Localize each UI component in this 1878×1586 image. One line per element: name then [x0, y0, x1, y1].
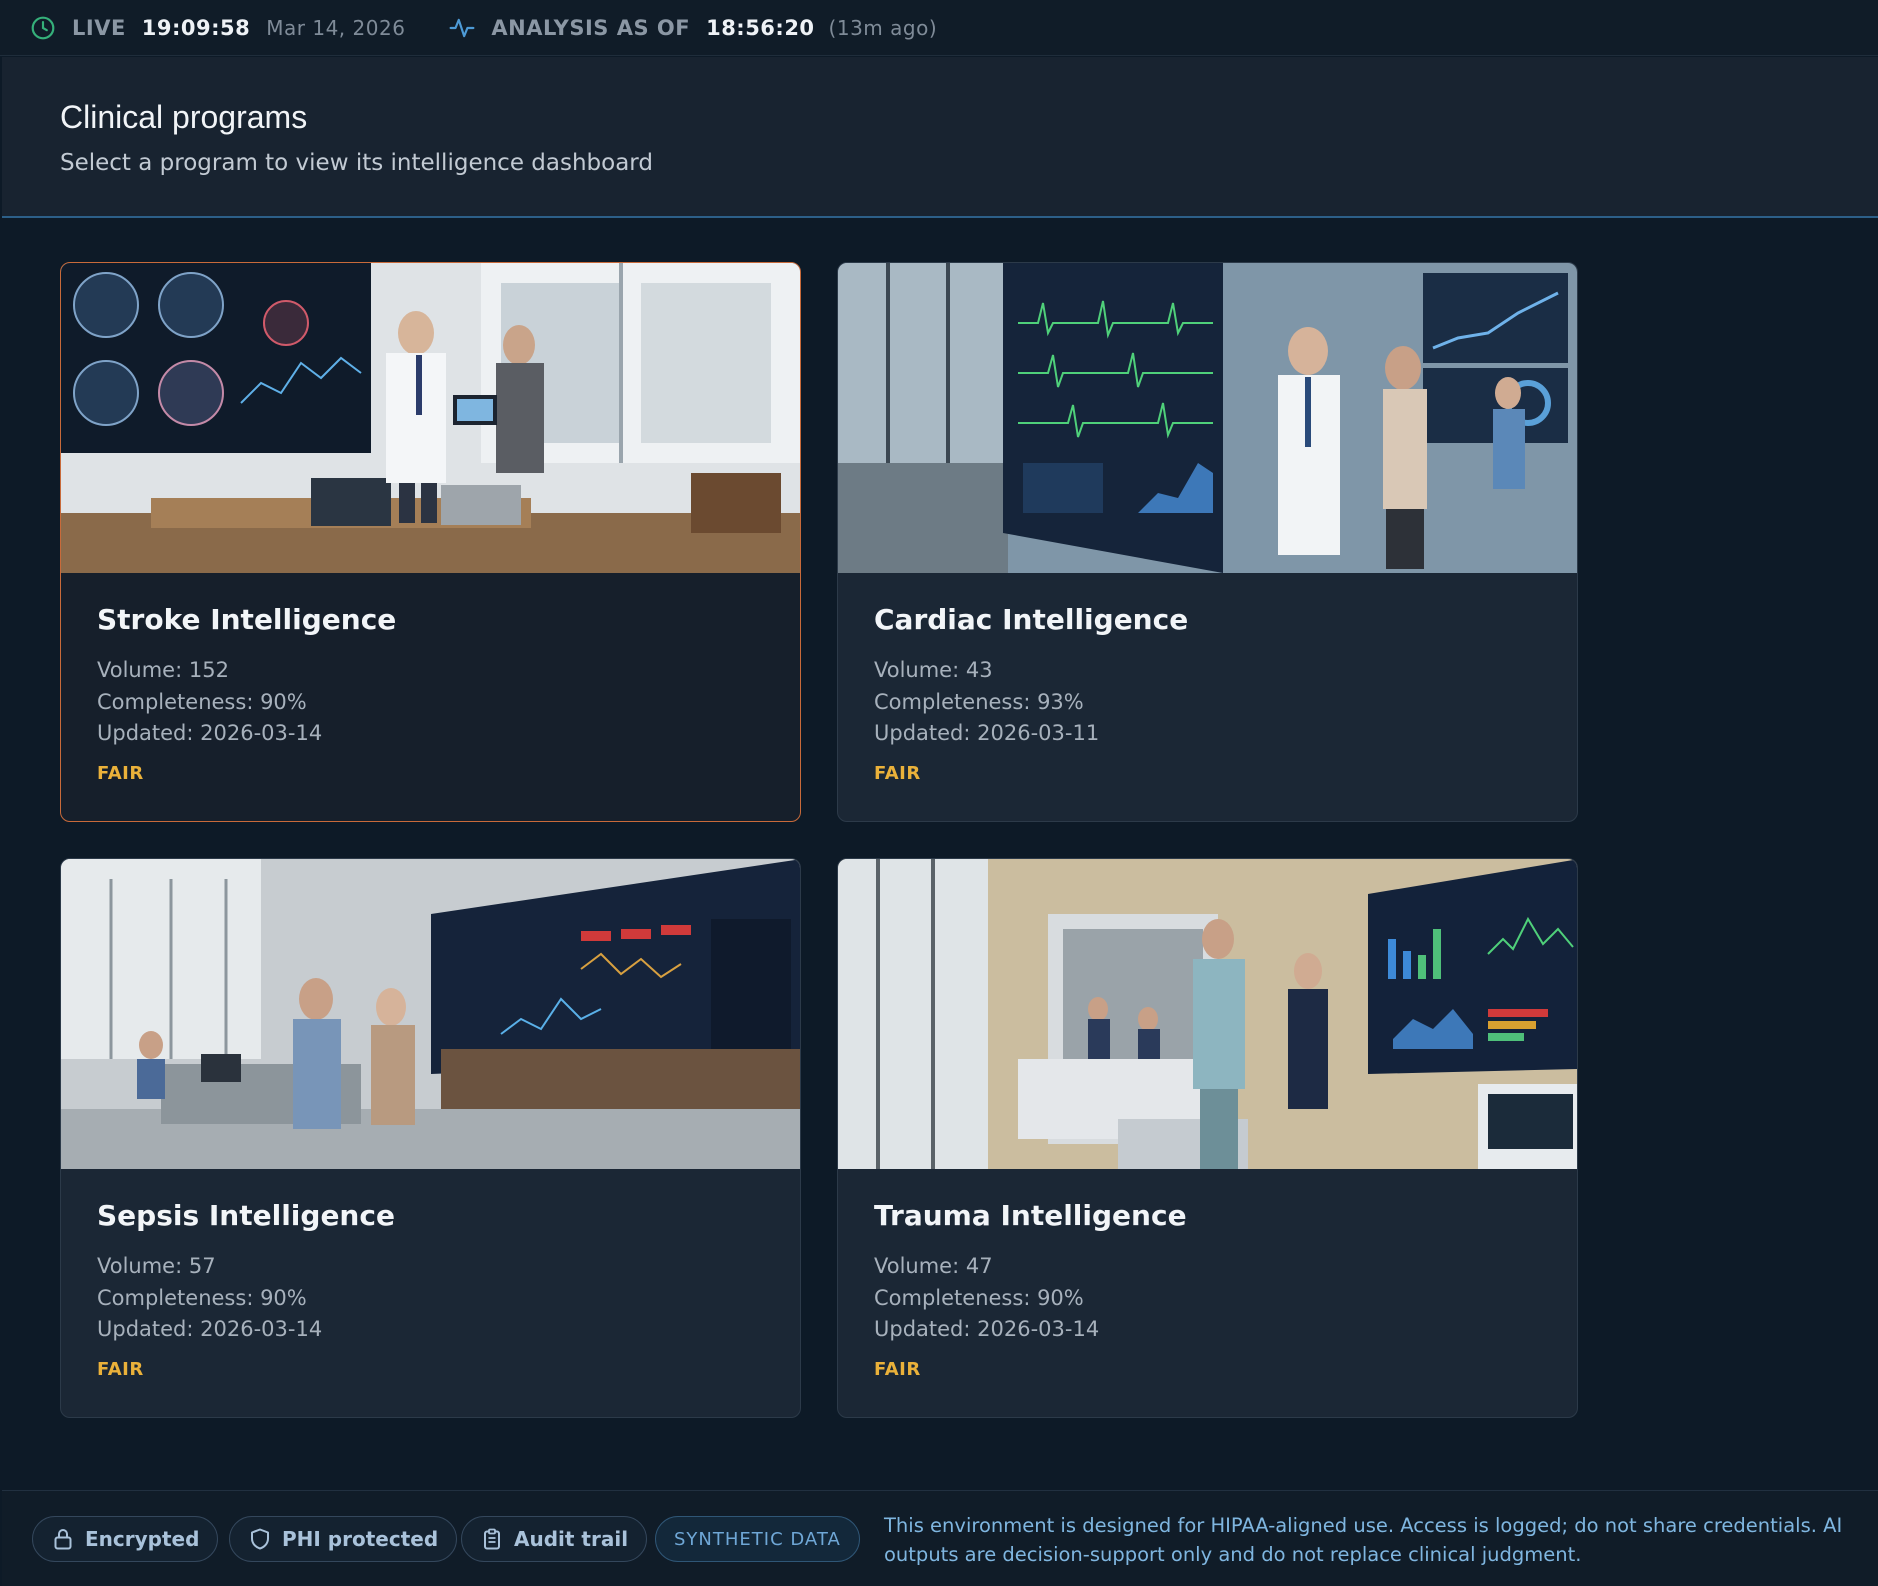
program-title: Trauma Intelligence — [874, 1199, 1187, 1232]
program-completeness: Completeness: 93% — [874, 690, 1084, 714]
program-title: Stroke Intelligence — [97, 603, 397, 636]
phi-protected-label: PHI protected — [282, 1527, 439, 1551]
status-bar: LIVE 19:09:58 Mar 14, 2026 ANALYSIS AS O… — [0, 0, 1878, 56]
live-date: Mar 14, 2026 — [266, 15, 406, 40]
shield-icon — [251, 1528, 269, 1550]
program-updated: Updated: 2026-03-14 — [97, 721, 323, 745]
activity-pulse-icon — [449, 18, 475, 37]
program-title: Cardiac Intelligence — [874, 603, 1189, 636]
analysis-age: (13m ago) — [828, 15, 938, 40]
lock-icon — [54, 1529, 72, 1550]
synthetic-data-badge: SYNTHETIC DATA — [655, 1516, 860, 1562]
program-volume: Volume: 152 — [97, 658, 229, 682]
phi-protected-badge[interactable]: PHI protected — [229, 1516, 458, 1562]
encrypted-badge[interactable]: Encrypted — [32, 1516, 219, 1562]
quality-rating-badge: FAIR — [874, 763, 921, 784]
program-title: Sepsis Intelligence — [97, 1199, 395, 1232]
clipboard-icon — [484, 1528, 500, 1550]
program-selector-page: LIVE 19:09:58 Mar 14, 2026 ANALYSIS AS O… — [0, 0, 1878, 1586]
live-label: LIVE — [72, 15, 126, 40]
live-time: 19:09:58 — [141, 15, 251, 40]
program-volume: Volume: 43 — [874, 658, 993, 682]
compliance-footer: Encrypted PHI protected Audit trail SYNT… — [2, 1490, 1878, 1586]
synthetic-data-label: SYNTHETIC DATA — [674, 1528, 841, 1550]
cardiac-team-photo — [838, 263, 1577, 573]
program-completeness: Completeness: 90% — [97, 690, 307, 714]
clock-icon — [31, 16, 55, 39]
program-card-cardiac[interactable]: Cardiac Intelligence Volume: 43 Complete… — [837, 262, 1578, 822]
page-header: Clinical programs Select a program to vi… — [2, 57, 1878, 218]
trauma-team-photo — [838, 859, 1577, 1169]
page-title: Clinical programs — [60, 99, 308, 135]
encrypted-label: Encrypted — [85, 1527, 200, 1551]
quality-rating-badge: FAIR — [97, 763, 144, 784]
program-volume: Volume: 47 — [874, 1254, 993, 1278]
program-completeness: Completeness: 90% — [97, 1286, 307, 1310]
analysis-time: 18:56:20 — [706, 15, 815, 40]
program-volume: Volume: 57 — [97, 1254, 216, 1278]
quality-rating-badge: FAIR — [97, 1359, 144, 1380]
analysis-label: ANALYSIS AS OF — [491, 15, 691, 40]
sepsis-team-photo — [61, 859, 800, 1169]
program-card-sepsis[interactable]: Sepsis Intelligence Volume: 57 Completen… — [60, 858, 801, 1418]
audit-trail-label: Audit trail — [514, 1527, 629, 1551]
program-completeness: Completeness: 90% — [874, 1286, 1084, 1310]
quality-rating-badge: FAIR — [874, 1359, 921, 1380]
program-updated: Updated: 2026-03-11 — [874, 721, 1100, 745]
hipaa-disclaimer: This environment is designed for HIPAA-a… — [884, 1514, 1843, 1566]
program-updated: Updated: 2026-03-14 — [874, 1317, 1100, 1341]
stroke-team-photo — [61, 263, 800, 573]
program-card-stroke[interactable]: Stroke Intelligence Volume: 152 Complete… — [60, 262, 801, 822]
program-card-trauma[interactable]: Trauma Intelligence Volume: 47 Completen… — [837, 858, 1578, 1418]
page-subtitle: Select a program to view its intelligenc… — [60, 150, 653, 176]
program-updated: Updated: 2026-03-14 — [97, 1317, 323, 1341]
audit-trail-badge[interactable]: Audit trail — [461, 1516, 648, 1562]
